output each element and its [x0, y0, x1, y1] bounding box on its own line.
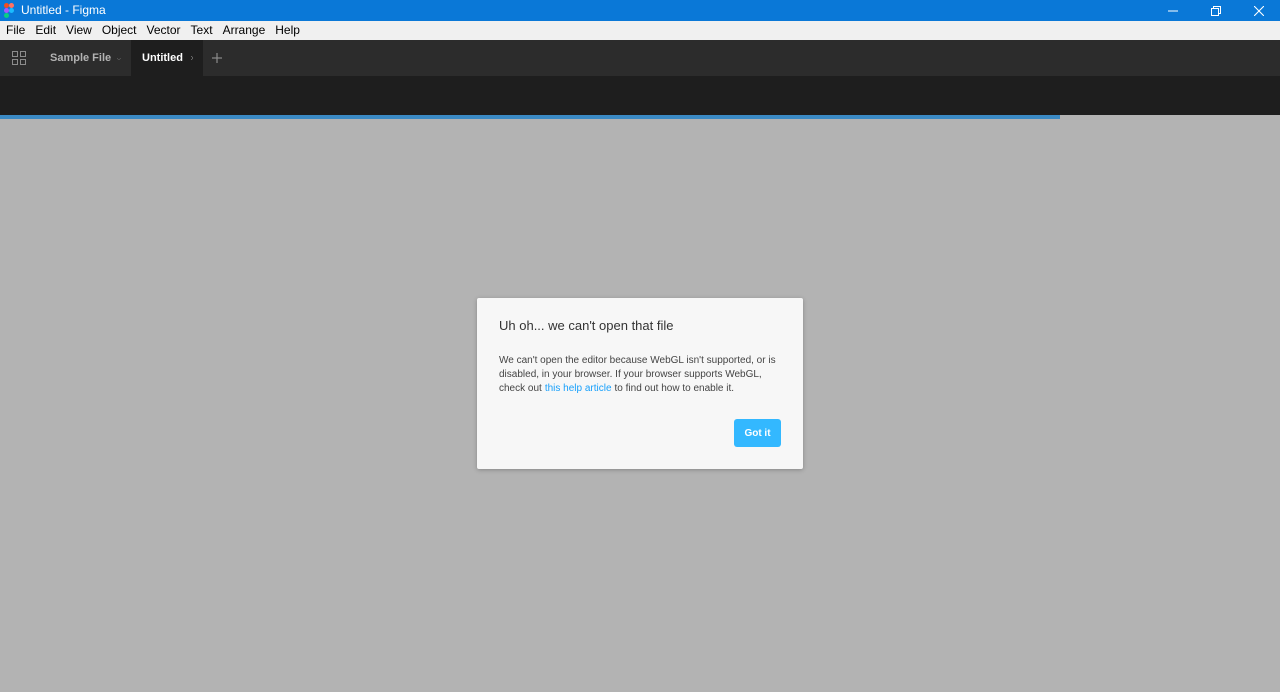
- loading-spinner-icon: [190, 56, 193, 60]
- toolbar: [0, 76, 1280, 116]
- dialog-message-text-end: to find out how to enable it.: [614, 383, 735, 394]
- tab-label: Sample File: [50, 52, 112, 64]
- error-dialog: Uh oh... we can't open that file We can'…: [477, 298, 803, 469]
- plus-icon: [212, 53, 222, 63]
- menu-help[interactable]: Help: [270, 21, 305, 40]
- tab-sample-file[interactable]: Sample File: [37, 40, 131, 76]
- window-title: Untitled - Figma: [21, 3, 106, 17]
- menu-vector[interactable]: Vector: [142, 21, 186, 40]
- menu-arrange[interactable]: Arrange: [218, 21, 271, 40]
- grid-icon: [11, 51, 26, 65]
- restore-icon: [1210, 5, 1221, 16]
- menu-bar: File Edit View Object Vector Text Arrang…: [0, 21, 1280, 40]
- restore-button[interactable]: [1194, 0, 1237, 21]
- title-bar: Untitled - Figma: [0, 0, 1280, 21]
- got-it-button[interactable]: Got it: [734, 419, 781, 447]
- menu-text[interactable]: Text: [186, 21, 218, 40]
- window-controls: [1151, 0, 1280, 21]
- file-browser-button[interactable]: [0, 40, 37, 76]
- dialog-title: Uh oh... we can't open that file: [499, 318, 674, 333]
- help-article-link[interactable]: this help article: [545, 383, 612, 394]
- figma-logo-icon: [4, 3, 14, 18]
- tab-bar: Sample File Untitled: [0, 40, 1280, 76]
- dialog-message: We can't open the editor because WebGL i…: [499, 354, 789, 396]
- close-button[interactable]: [1237, 0, 1280, 21]
- menu-object[interactable]: Object: [97, 21, 142, 40]
- tab-untitled[interactable]: Untitled: [131, 40, 203, 76]
- close-icon: [1253, 5, 1264, 16]
- minimize-icon: [1167, 10, 1178, 11]
- new-tab-button[interactable]: [203, 40, 231, 76]
- menu-edit[interactable]: Edit: [30, 21, 61, 40]
- loading-spinner-icon: [117, 57, 121, 60]
- tab-label: Untitled: [142, 52, 183, 64]
- menu-view[interactable]: View: [61, 21, 97, 40]
- menu-file[interactable]: File: [1, 21, 30, 40]
- minimize-button[interactable]: [1151, 0, 1194, 21]
